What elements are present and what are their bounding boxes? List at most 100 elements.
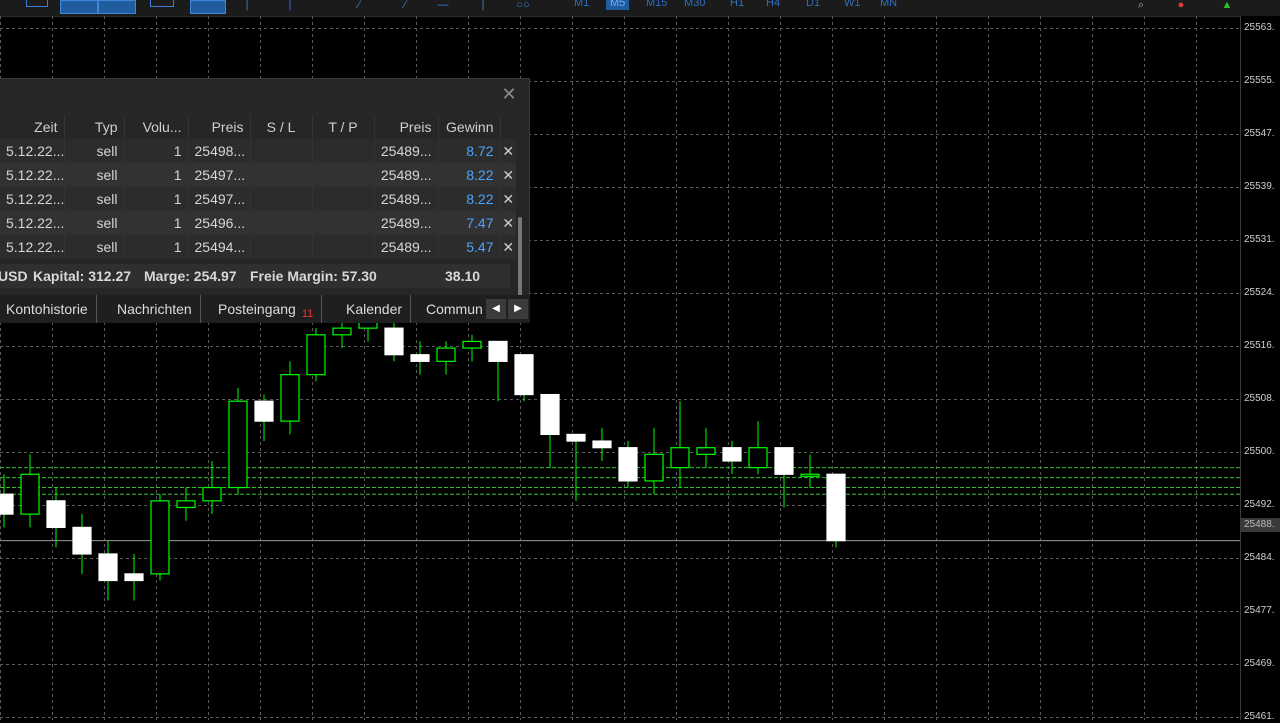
table-row[interactable]: 5.12.22... sell 1 25494... 25489... 5.47 ✕ (0, 235, 516, 259)
column-header-zeit[interactable]: Zeit (0, 115, 65, 139)
tab-label: Posteingang (218, 301, 296, 317)
summary-marge: Marge: 254.97 (144, 268, 237, 284)
text-tool-icon[interactable]: | (478, 0, 488, 12)
cell-sl (250, 139, 313, 163)
candle-body (566, 433, 586, 442)
cell-typ: sell (64, 163, 125, 187)
cursor-tool-button[interactable] (190, 0, 226, 14)
channel-icon[interactable]: ∕ (398, 0, 412, 12)
cell-preis: 25497... (188, 163, 251, 187)
timeframe-h4[interactable]: H4 (766, 0, 780, 10)
cell-tp (312, 235, 375, 259)
close-position-icon[interactable]: ✕ (500, 139, 516, 163)
trendline-icon[interactable]: ∕ (352, 0, 366, 12)
tab-scroll-left-icon[interactable]: ◀ (486, 299, 506, 319)
column-header-gewinn[interactable]: Gewinn (438, 115, 501, 139)
column-header-volumen[interactable]: Volu... (124, 115, 189, 139)
timeframe-d1[interactable]: D1 (806, 0, 820, 10)
candle-body (514, 354, 534, 396)
price-axis: 25563. 25555. 25547. 25539. 25531. 25524. 2551… (1240, 16, 1280, 722)
tab-scroll-right-icon[interactable]: ▶ (508, 299, 528, 319)
candle-body (618, 447, 638, 482)
close-position-icon[interactable]: ✕ (500, 235, 516, 259)
cell-preis-current: 25489... (374, 211, 439, 235)
candle-body (800, 473, 820, 477)
timeframe-h1[interactable]: H1 (730, 0, 744, 10)
candle-body (592, 440, 612, 449)
cell-volumen: 1 (124, 139, 189, 163)
candle-body (722, 447, 742, 462)
tab-kontohistorie[interactable]: Kontohistorie (6, 295, 97, 323)
cell-typ: sell (64, 211, 125, 235)
table-row[interactable]: 5.12.22... sell 1 25496... 25489... 7.47 ✕ (0, 211, 516, 235)
close-icon[interactable]: ✕ (500, 85, 518, 103)
fibonacci-icon[interactable]: — (430, 0, 456, 12)
account-icon[interactable]: ▲ (1220, 0, 1234, 12)
candle-body (540, 393, 560, 436)
candle-body (696, 447, 716, 455)
summary-currency: USD (0, 268, 28, 284)
cell-gewinn: 8.22 (438, 187, 501, 211)
price-label: 25547. (1244, 128, 1275, 139)
horizontal-line-icon[interactable]: | (285, 0, 295, 12)
summary-total-profit: 38.10 (445, 268, 481, 284)
close-position-icon[interactable]: ✕ (500, 211, 516, 235)
cell-gewinn: 8.22 (438, 163, 501, 187)
column-header-preis[interactable]: Preis (188, 115, 251, 139)
candle-body (670, 447, 690, 469)
candle-body (254, 400, 274, 422)
timeframe-m5[interactable]: M5 (606, 0, 630, 10)
cell-typ: sell (64, 139, 125, 163)
cell-sl (250, 187, 313, 211)
cell-gewinn: 7.47 (438, 211, 501, 235)
cell-gewinn: 5.47 (438, 235, 501, 259)
vertical-line-icon[interactable]: | (245, 0, 249, 12)
close-position-icon[interactable]: ✕ (500, 163, 516, 187)
window-icon[interactable] (26, 0, 48, 7)
cell-preis: 25497... (188, 187, 251, 211)
cell-tp (312, 211, 375, 235)
tab-posteingang[interactable]: Posteingang 11 (218, 295, 323, 323)
candle-body (228, 400, 248, 489)
table-row[interactable]: 5.12.22... sell 1 25498... 25489... 8.72 ✕ (0, 139, 516, 163)
candle-body (436, 347, 456, 362)
tab-label: Kalender (346, 301, 403, 317)
price-label: 25508. (1244, 393, 1275, 404)
column-header-tp[interactable]: T / P (312, 115, 375, 139)
cell-preis-current: 25489... (374, 163, 439, 187)
shapes-icon[interactable]: ○○ (508, 0, 538, 12)
table-row[interactable]: 5.12.22... sell 1 25497... 25489... 8.22 ✕ (0, 163, 516, 187)
tab-kalender[interactable]: Kalender (346, 295, 412, 323)
column-header-preis-current[interactable]: Preis (374, 115, 439, 139)
cell-tp (312, 163, 375, 187)
summary-freie-margin: Freie Margin: 57.30 (250, 268, 377, 284)
candle-body (124, 573, 144, 582)
timeframe-m30[interactable]: M30 (684, 0, 705, 10)
notification-icon[interactable]: ● (1172, 0, 1190, 12)
chart-bars-button[interactable] (60, 0, 98, 14)
lock-icon[interactable] (150, 0, 174, 7)
cell-typ: sell (64, 235, 125, 259)
column-header-sl[interactable]: S / L (250, 115, 313, 139)
price-label: 25531. (1244, 234, 1275, 245)
tab-community[interactable]: Commun (426, 295, 482, 323)
candle-body (410, 354, 430, 362)
cell-zeit: 5.12.22... (0, 187, 65, 211)
close-position-icon[interactable]: ✕ (500, 187, 516, 211)
toolbox-panel: ✕ Zeit Typ Volu... Preis S / L T / P Pre… (0, 78, 530, 323)
timeframe-mn[interactable]: MN (880, 0, 897, 10)
chart-candles-button[interactable] (98, 0, 136, 14)
search-icon[interactable]: ⌕ (1134, 0, 1148, 12)
timeframe-m1[interactable]: M1 (574, 0, 589, 10)
timeframe-m15[interactable]: M15 (646, 0, 667, 10)
candle-body (462, 340, 482, 349)
table-row[interactable]: 5.12.22... sell 1 25497... 25489... 8.22 ✕ (0, 187, 516, 211)
account-summary: USD Kapital: 312.27 Marge: 254.97 Freie … (0, 264, 510, 288)
cell-tp (312, 139, 375, 163)
tab-nachrichten[interactable]: Nachrichten (117, 295, 201, 323)
timeframe-w1[interactable]: W1 (844, 0, 861, 10)
column-header-typ[interactable]: Typ (64, 115, 125, 139)
candle-body (332, 327, 352, 336)
trade-table: Zeit Typ Volu... Preis S / L T / P Preis… (0, 115, 516, 259)
price-label: 25539. (1244, 181, 1275, 192)
